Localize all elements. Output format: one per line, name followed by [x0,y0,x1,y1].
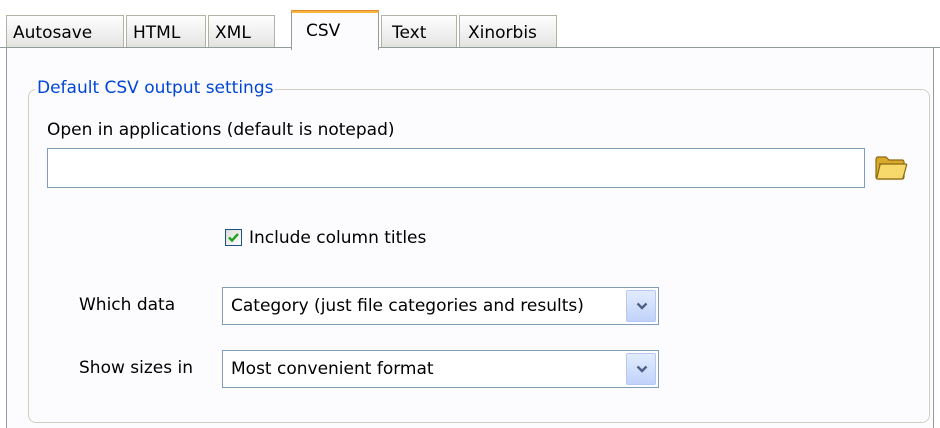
tab-xml[interactable]: XML [208,15,275,47]
tab-strip: Autosave HTML XML CSV Text Xinorbis [0,0,940,50]
show-sizes-select[interactable]: Most convenient format [222,350,659,388]
folder-icon [875,156,908,180]
tab-text-label: Text [392,23,427,43]
tab-csv-label: CSV [306,21,341,41]
checkmark-icon [228,233,239,243]
tab-autosave-label: Autosave [13,23,93,43]
tab-csv[interactable]: CSV [291,10,379,50]
show-sizes-label: Show sizes in [79,358,193,378]
show-sizes-dropdown-button[interactable] [626,353,656,385]
which-data-label: Which data [79,295,176,315]
tab-xinorbis[interactable]: Xinorbis [459,15,557,47]
tab-html-label: HTML [133,23,181,43]
csv-settings-window: Autosave HTML XML CSV Text Xinorbis Defa… [0,0,940,428]
tab-xinorbis-label: Xinorbis [468,23,537,43]
group-title: Default CSV output settings [35,77,276,99]
open-in-label: Open in applications (default is notepad… [47,120,395,140]
which-data-dropdown-button[interactable] [626,290,656,322]
chevron-down-icon [636,365,648,373]
include-column-titles-label[interactable]: Include column titles [249,227,426,249]
chevron-down-icon [636,302,648,310]
tab-html[interactable]: HTML [126,15,206,47]
tab-autosave[interactable]: Autosave [6,15,124,47]
browse-folder-button[interactable] [874,152,908,182]
which-data-selected: Category (just file categories and resul… [231,296,584,316]
include-column-titles-checkbox[interactable] [225,229,242,246]
tab-strip-divider [0,47,940,48]
tab-text[interactable]: Text [381,15,457,47]
show-sizes-selected: Most convenient format [231,359,434,379]
tab-xml-label: XML [215,23,251,43]
open-in-applications-input[interactable] [47,148,865,188]
which-data-select[interactable]: Category (just file categories and resul… [222,287,659,325]
